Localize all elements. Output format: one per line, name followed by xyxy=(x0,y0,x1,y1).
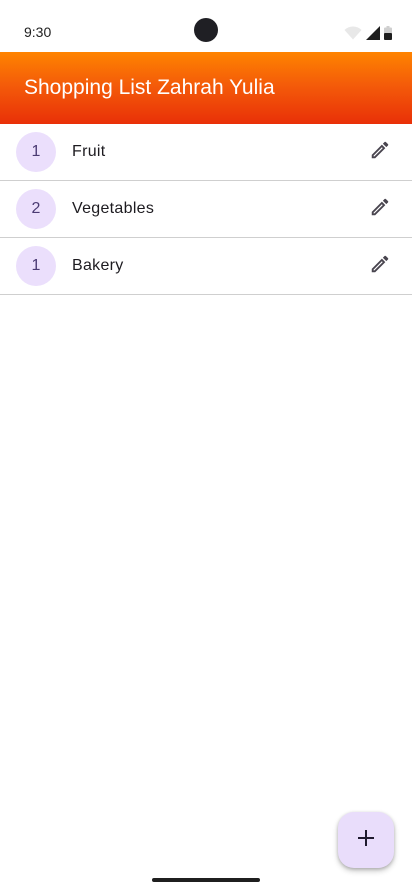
item-count: 1 xyxy=(31,257,41,274)
list-item-vegetables[interactable]: 2 Vegetables xyxy=(0,181,412,238)
list-item-fruit[interactable]: 1 Fruit xyxy=(0,124,412,181)
edit-button[interactable] xyxy=(360,246,400,286)
edit-button[interactable] xyxy=(360,189,400,229)
app-title: Shopping List Zahrah Yulia xyxy=(24,76,275,99)
item-label: Vegetables xyxy=(72,200,155,217)
status-bar: 9:30 xyxy=(0,0,412,52)
add-list-button[interactable] xyxy=(338,812,394,868)
home-indicator[interactable] xyxy=(152,878,260,882)
item-count-badge: 1 xyxy=(16,246,56,286)
edit-icon xyxy=(369,139,391,166)
edit-button[interactable] xyxy=(360,132,400,172)
item-label: Bakery xyxy=(72,257,124,274)
edit-icon xyxy=(369,196,391,223)
status-icons xyxy=(344,24,392,40)
list-item-bakery[interactable]: 1 Bakery xyxy=(0,238,412,295)
status-time: 9:30 xyxy=(24,24,52,40)
signal-icon xyxy=(366,26,380,40)
wifi-icon xyxy=(344,26,362,40)
battery-icon xyxy=(384,26,392,40)
item-count: 1 xyxy=(31,143,41,160)
item-label: Fruit xyxy=(72,143,106,160)
shopping-list: 1 Fruit 2 Vegetables 1 Bakery xyxy=(0,124,412,295)
item-count-badge: 1 xyxy=(16,132,56,172)
camera-cutout xyxy=(194,18,218,42)
app-screen: 9:30 Shopping List Zahrah Yulia 1 Fruit … xyxy=(0,0,412,892)
app-bar: Shopping List Zahrah Yulia xyxy=(0,52,412,124)
item-count: 2 xyxy=(31,200,41,217)
edit-icon xyxy=(369,253,391,280)
item-count-badge: 2 xyxy=(16,189,56,229)
add-icon xyxy=(357,829,375,852)
